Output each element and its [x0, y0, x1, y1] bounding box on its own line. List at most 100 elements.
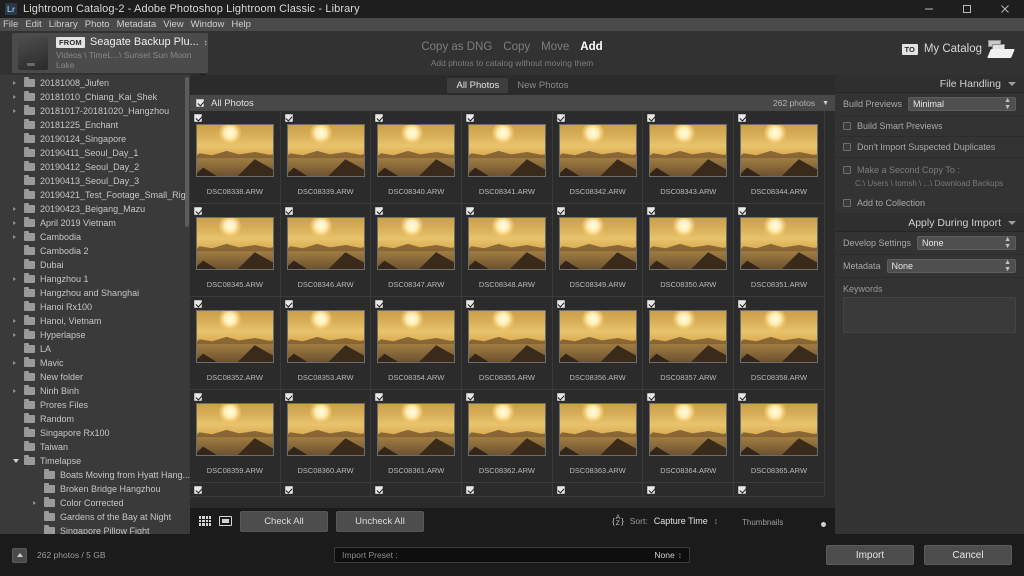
build-smart-previews-checkbox[interactable] — [843, 122, 851, 130]
photo-thumbnail[interactable] — [377, 403, 456, 456]
folder-row[interactable]: Prores Files — [0, 398, 190, 412]
photo-thumbnail[interactable] — [468, 217, 547, 270]
sidebar-scrollbar[interactable] — [185, 77, 189, 227]
thumbnail-checkbox[interactable] — [738, 207, 747, 215]
second-copy-row[interactable]: Make a Second Copy To : — [835, 158, 1024, 179]
add-to-collection-checkbox[interactable] — [843, 199, 851, 207]
thumbnail-cell-partial[interactable] — [734, 483, 825, 497]
thumbnail-checkbox[interactable] — [556, 207, 565, 215]
file-handling-header[interactable]: File Handling — [835, 75, 1024, 93]
minimize-icon[interactable] — [910, 0, 948, 18]
thumbnail-cell[interactable]: DSC08350.ARW — [643, 204, 735, 297]
mode-copy[interactable]: Copy — [503, 41, 530, 53]
menu-file[interactable]: File — [3, 18, 18, 31]
thumbnail-cell[interactable]: DSC08359.ARW — [190, 390, 281, 483]
uncheck-all-button[interactable]: Uncheck All — [336, 510, 424, 532]
folder-row[interactable]: 20181225_Enchant — [0, 118, 190, 132]
thumbnail-cell[interactable]: DSC08339.ARW — [280, 111, 372, 204]
twisty-closed-icon[interactable] — [13, 81, 16, 85]
thumbnail-checkbox[interactable] — [647, 207, 656, 215]
check-all-button[interactable]: Check All — [240, 510, 328, 532]
thumbnail-cell[interactable]: DSC08343.ARW — [643, 111, 735, 204]
folder-row[interactable]: 20190411_Seoul_Day_1 — [0, 146, 190, 160]
thumbnail-cell[interactable]: DSC08360.ARW — [280, 390, 372, 483]
expand-panel-button[interactable] — [12, 547, 27, 563]
thumbnail-cell-partial[interactable] — [643, 483, 735, 497]
folder-row[interactable]: 20190412_Seoul_Day_2 — [0, 160, 190, 174]
folder-row[interactable]: 20181017-20181020_Hangzhou — [0, 104, 190, 118]
import-button[interactable]: Import — [826, 545, 914, 565]
photo-thumbnail[interactable] — [286, 124, 365, 177]
import-preset-select[interactable]: Import Preset : None ↕ — [334, 547, 690, 563]
folder-row[interactable]: 20190413_Seoul_Day_3 — [0, 174, 190, 188]
thumbnail-cell-partial[interactable] — [190, 483, 281, 497]
folder-row[interactable]: 20190423_Beigang_Mazu — [0, 202, 190, 216]
thumbnail-cell[interactable]: DSC08352.ARW — [190, 297, 281, 390]
thumbnail-checkbox[interactable] — [556, 486, 565, 494]
twisty-closed-icon[interactable] — [13, 207, 16, 211]
photo-thumbnail[interactable] — [377, 217, 456, 270]
tab-new-photos[interactable]: New Photos — [508, 78, 577, 93]
thumbnail-cell-partial[interactable] — [462, 483, 553, 497]
mode-add[interactable]: Add — [580, 41, 602, 53]
thumbnail-cell[interactable]: DSC08357.ARW — [643, 297, 735, 390]
twisty-closed-icon[interactable] — [13, 109, 16, 113]
folder-row[interactable]: 20181008_Jiufen — [0, 76, 190, 90]
dont-import-duplicates-row[interactable]: Don't Import Suspected Duplicates — [835, 137, 1024, 158]
thumbnail-checkbox[interactable] — [284, 114, 293, 122]
dont-import-duplicates-checkbox[interactable] — [843, 143, 851, 151]
photo-thumbnail[interactable] — [649, 124, 728, 177]
thumbnail-checkbox[interactable] — [194, 486, 202, 494]
folder-row[interactable]: Taiwan — [0, 440, 190, 454]
destination-name[interactable]: My Catalog — [924, 43, 982, 55]
thumbnail-checkbox[interactable] — [738, 486, 747, 494]
thumbnail-cell[interactable]: DSC08354.ARW — [371, 297, 463, 390]
cancel-button[interactable]: Cancel — [924, 545, 1012, 565]
thumbnail-checkbox[interactable] — [284, 486, 293, 494]
thumbnail-cell-partial[interactable] — [552, 483, 644, 497]
photo-thumbnail[interactable] — [286, 403, 365, 456]
folder-row[interactable]: 20190421_Test_Footage_Small_Rig — [0, 188, 190, 202]
twisty-closed-icon[interactable] — [13, 277, 16, 281]
photo-thumbnail[interactable] — [649, 310, 728, 363]
menu-library[interactable]: Library — [49, 18, 78, 31]
thumbnail-checkbox[interactable] — [556, 114, 565, 122]
thumbnail-checkbox[interactable] — [556, 393, 565, 401]
thumbnail-cell[interactable]: DSC08340.ARW — [371, 111, 463, 204]
photo-thumbnail[interactable] — [740, 217, 819, 270]
thumbnail-cell[interactable]: DSC08358.ARW — [734, 297, 825, 390]
thumbnail-checkbox[interactable] — [284, 393, 293, 401]
thumbnail-checkbox[interactable] — [647, 300, 656, 308]
menu-view[interactable]: View — [163, 18, 183, 31]
mode-move[interactable]: Move — [541, 41, 569, 53]
grid-view-icon[interactable] — [199, 516, 211, 526]
develop-settings-select[interactable]: None ▲ ▼ — [917, 236, 1016, 250]
twisty-closed-icon[interactable] — [13, 361, 16, 365]
thumbnail-checkbox[interactable] — [375, 486, 384, 494]
thumbnail-checkbox[interactable] — [738, 114, 747, 122]
second-copy-checkbox[interactable] — [843, 166, 851, 174]
chevron-down-icon[interactable] — [1008, 81, 1016, 86]
thumbnail-cell[interactable]: DSC08362.ARW — [462, 390, 553, 483]
photo-thumbnail[interactable] — [286, 310, 365, 363]
thumbnail-checkbox[interactable] — [194, 114, 202, 122]
thumbnail-cell[interactable]: DSC08349.ARW — [552, 204, 644, 297]
photo-thumbnail[interactable] — [468, 403, 547, 456]
build-previews-select[interactable]: Minimal ▲ ▼ — [908, 97, 1016, 111]
thumbnail-cell[interactable]: DSC08364.ARW — [643, 390, 735, 483]
thumbnail-checkbox[interactable] — [375, 114, 384, 122]
twisty-closed-icon[interactable] — [13, 389, 16, 393]
thumbnail-cell[interactable]: DSC08346.ARW — [280, 204, 372, 297]
sort-dropdown-icon[interactable]: ↕ — [714, 516, 718, 526]
photo-thumbnail[interactable] — [196, 310, 274, 363]
folder-row[interactable]: Singapore Pillow Fight — [0, 524, 190, 534]
folder-row[interactable]: Hangzhou and Shanghai — [0, 286, 190, 300]
menu-window[interactable]: Window — [191, 18, 225, 31]
all-photos-checkbox[interactable] — [196, 99, 204, 107]
thumbnail-cell[interactable]: DSC08338.ARW — [190, 111, 281, 204]
tab-all-photos[interactable]: All Photos — [447, 77, 509, 93]
thumbnail-cell[interactable]: DSC08342.ARW — [552, 111, 644, 204]
folder-row[interactable]: Cambodia 2 — [0, 244, 190, 258]
twisty-closed-icon[interactable] — [13, 221, 16, 225]
photo-thumbnail[interactable] — [649, 217, 728, 270]
